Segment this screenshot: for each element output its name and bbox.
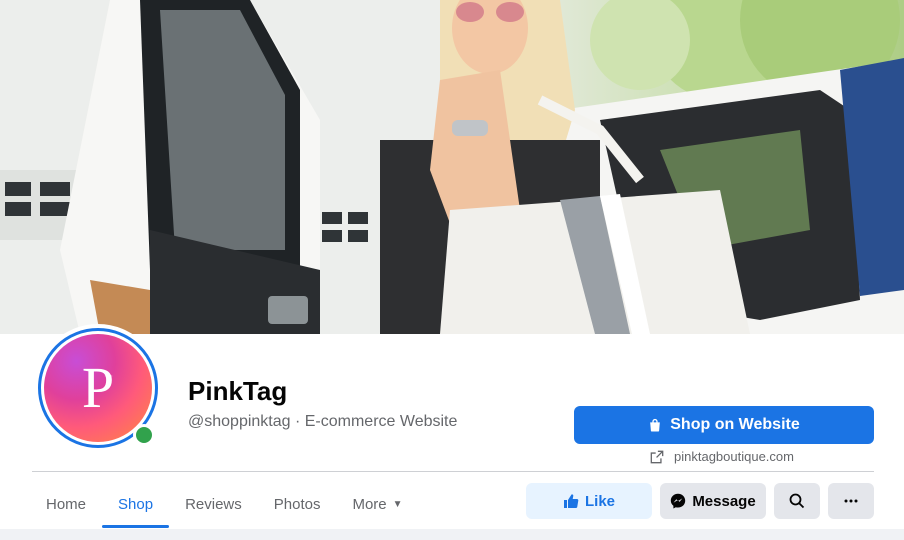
sparkle-icon: ✦ <box>104 371 114 383</box>
tab-home[interactable]: Home <box>30 480 102 528</box>
avatar-logo-letter: P <box>81 355 115 420</box>
tab-photos-label: Photos <box>273 495 321 513</box>
tab-reviews-label: Reviews <box>185 495 242 513</box>
more-options-button[interactable] <box>828 483 874 519</box>
facebook-page: P ✦ PinkTag @shoppinktag · E-commerce We… <box>0 0 904 540</box>
messenger-icon <box>671 493 686 509</box>
page-background-strip <box>0 529 904 540</box>
search-button[interactable] <box>774 483 820 519</box>
tab-reviews[interactable]: Reviews <box>169 480 258 528</box>
like-button[interactable]: Like <box>526 483 652 519</box>
tab-shop-label: Shop <box>118 495 154 513</box>
page-handle-category: @shoppinktag · E-commerce Website <box>188 413 458 430</box>
message-button[interactable]: Message <box>660 483 766 519</box>
tab-more-label: More <box>352 495 387 513</box>
external-link-icon <box>650 450 664 463</box>
shopping-bag-icon <box>650 418 661 432</box>
shop-button-label: Shop on Website <box>670 416 800 433</box>
thumbs-up-icon <box>563 494 579 508</box>
cover-photo[interactable] <box>0 0 904 334</box>
ellipsis-icon <box>844 499 858 503</box>
tab-home-label: Home <box>46 495 87 513</box>
shop-on-website-button[interactable]: Shop on Website <box>574 406 874 444</box>
header-divider <box>32 471 874 472</box>
search-icon <box>789 493 805 509</box>
online-status-indicator <box>133 424 155 446</box>
website-link[interactable]: pinktagboutique.com <box>650 449 794 464</box>
page-actions: Like Message <box>526 483 874 519</box>
page-title: PinkTag <box>188 376 288 406</box>
cover-photo-illustration <box>0 0 904 334</box>
tab-more[interactable]: More ▼ <box>336 480 418 528</box>
like-label: Like <box>584 492 615 510</box>
caret-down-icon: ▼ <box>392 498 403 510</box>
tab-photos[interactable]: Photos <box>258 480 337 528</box>
website-url: pinktagboutique.com <box>674 449 794 464</box>
tab-shop[interactable]: Shop <box>102 480 170 528</box>
page-tabs: Home Shop Reviews Photos More ▼ <box>30 480 419 528</box>
message-label: Message <box>692 492 756 510</box>
